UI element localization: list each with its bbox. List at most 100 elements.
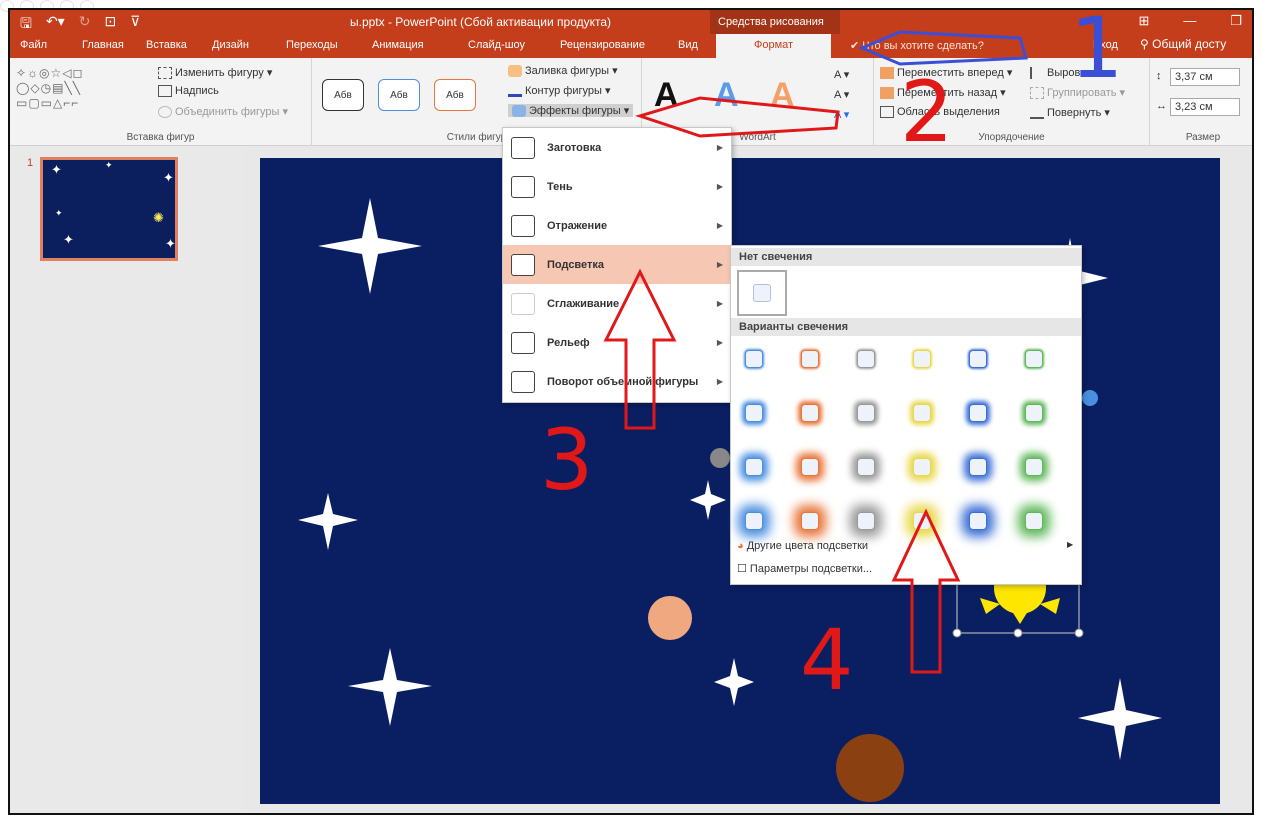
shape-style-sample-1[interactable]: Абв — [322, 79, 364, 111]
glow-variant-swatch[interactable] — [1025, 404, 1043, 422]
glow-variant-swatch[interactable] — [969, 458, 987, 476]
pen-icon — [508, 85, 522, 98]
bevel-icon — [511, 331, 535, 354]
send-backward-icon — [880, 87, 894, 100]
tab-design[interactable]: Дизайн — [212, 39, 249, 51]
group-label-size: Размер — [1185, 132, 1221, 143]
shape-width-field[interactable]: 3,23 см — [1170, 98, 1240, 116]
shape-style-sample-2[interactable]: Абв — [378, 79, 420, 111]
title-bar: 🖫 ↶▾ ↻ ⊡ ⊽ ы.pptx - PowerPoint (Сбой акт… — [10, 10, 1252, 34]
menu-item-3d-rotation[interactable]: Поворот объемной фигуры ▶ — [503, 362, 731, 401]
glow-options-item[interactable]: ☐ Параметры подсветки... — [737, 562, 872, 575]
tab-review[interactable]: Рецензирование — [560, 39, 645, 51]
tell-me-search[interactable]: ✔ Что вы хотите сделать? — [850, 39, 984, 52]
glow-variant-swatch[interactable] — [969, 404, 987, 422]
wordart-style-black[interactable]: A — [654, 76, 679, 115]
shapes-gallery[interactable]: ✧☼◎☆◁◻ ◯◇◷▤╲╲ ▭▢▭△⌐⌐ — [16, 66, 83, 111]
text-fill-icon[interactable]: A ▾ — [834, 68, 849, 81]
tab-slideshow[interactable]: Слайд-шоу — [468, 39, 525, 51]
chevron-right-icon: ▶ — [1067, 540, 1074, 549]
glow-variant-swatch[interactable] — [913, 404, 931, 422]
textbox-button[interactable]: Надпись — [158, 85, 219, 98]
text-effects-icon[interactable]: A ▾ — [834, 108, 849, 121]
glow-variant-swatch[interactable] — [857, 512, 875, 530]
tab-animations[interactable]: Анимация — [372, 39, 424, 51]
glow-icon — [511, 253, 535, 276]
group-insert-shapes: ✧☼◎☆◁◻ ◯◇◷▤╲╲ ▭▢▭△⌐⌐ Изменить фигуру ▾ Над… — [10, 58, 312, 146]
glow-variant-swatch[interactable] — [969, 350, 987, 368]
group-size: ↕ 3,37 см ↔ 3,23 см Размер — [1150, 58, 1252, 146]
wordart-style-orange[interactable]: A — [770, 76, 795, 115]
menu-item-shadow[interactable]: Тень ▶ — [503, 167, 731, 206]
glow-variant-swatch[interactable] — [801, 404, 819, 422]
glow-variant-swatch[interactable] — [1025, 512, 1043, 530]
share-button[interactable]: ⚲ Общий досту — [1140, 37, 1226, 51]
shape-effects-icon — [512, 105, 526, 118]
rotate-button[interactable]: Повернуть ▾ — [1030, 106, 1110, 120]
chevron-right-icon: ▶ — [716, 143, 723, 152]
glow-variant-swatch[interactable] — [745, 404, 763, 422]
shadow-icon — [511, 175, 535, 198]
glow-variant-swatch[interactable] — [801, 458, 819, 476]
restore-icon[interactable]: ❐ — [1230, 13, 1242, 29]
rotate-icon — [1030, 107, 1044, 120]
tab-transitions[interactable]: Переходы — [286, 39, 338, 51]
glow-variant-swatch[interactable] — [857, 350, 875, 368]
shape-outline-button[interactable]: Контур фигуры ▾ — [508, 84, 611, 98]
edit-shape-button[interactable]: Изменить фигуру ▾ — [158, 66, 272, 80]
edit-shape-icon — [158, 67, 172, 80]
glow-variant-swatch[interactable] — [913, 512, 931, 530]
tab-format[interactable]: Формат — [716, 34, 832, 58]
height-icon: ↕ — [1156, 70, 1162, 82]
menu-item-reflection[interactable]: Отражение ▶ — [503, 206, 731, 245]
glow-variant-swatch[interactable] — [857, 404, 875, 422]
ribbon-display-options-icon[interactable]: ⊞ — [1138, 13, 1149, 29]
planet-gray[interactable] — [710, 448, 730, 468]
color-palette-icon: ◕ — [737, 540, 747, 552]
ribbon-tabs: Файл Главная Вставка Дизайн Переходы Ани… — [10, 34, 1252, 58]
annotation-number-1: 1 — [1070, 0, 1124, 97]
options-icon: ☐ — [737, 563, 750, 575]
glow-variant-swatch[interactable] — [857, 458, 875, 476]
merge-shapes-button[interactable]: Объединить фигуры ▾ — [158, 105, 288, 119]
planet-peach[interactable] — [648, 596, 692, 640]
screenshot-frame: 🖫 ↶▾ ↻ ⊡ ⊽ ы.pptx - PowerPoint (Сбой акт… — [0, 0, 1262, 815]
shape-height-field[interactable]: 3,37 см — [1170, 68, 1240, 86]
text-outline-icon[interactable]: A ▾ — [834, 88, 849, 101]
planet-brown[interactable] — [836, 734, 904, 802]
menu-item-glow[interactable]: Подсветка ▶ — [503, 245, 731, 284]
glow-variant-swatch[interactable] — [913, 350, 931, 368]
tab-home[interactable]: Главная — [82, 39, 124, 51]
glow-variant-swatch[interactable] — [745, 350, 763, 368]
wordart-style-blue[interactable]: A — [714, 76, 739, 115]
menu-item-bevel[interactable]: Рельеф ▶ — [503, 323, 731, 362]
tab-view[interactable]: Вид — [678, 39, 698, 51]
slide-thumbnail[interactable]: ✦ ✦ ✦ ✦ ✺ ✦ ✦ — [40, 157, 178, 261]
shape-effects-button[interactable]: Эффекты фигуры ▾ — [508, 104, 634, 118]
chevron-right-icon: ▶ — [716, 221, 723, 230]
glow-variant-swatch[interactable] — [969, 512, 987, 530]
glow-variant-swatch[interactable] — [801, 512, 819, 530]
minimize-icon[interactable]: — — [1183, 13, 1196, 29]
window-controls: ⊞ — ❐ — [1138, 13, 1242, 29]
annotation-number-4: 4 — [800, 611, 854, 709]
tab-file[interactable]: Файл — [20, 39, 47, 51]
glow-variant-swatch[interactable] — [1025, 350, 1043, 368]
glow-variant-swatch[interactable] — [745, 458, 763, 476]
powerpoint-window: 🖫 ↶▾ ↻ ⊡ ⊽ ы.pptx - PowerPoint (Сбой акт… — [8, 8, 1254, 815]
slide-thumbnail-pane: 1 ✦ ✦ ✦ ✦ ✺ ✦ ✦ — [10, 147, 242, 813]
glow-variant-swatch[interactable] — [801, 350, 819, 368]
menu-item-soft-edges[interactable]: Сглаживание ▶ — [503, 284, 731, 323]
planet-blue[interactable] — [1082, 390, 1098, 406]
group-label-insert-shapes: Вставка фигур — [126, 132, 195, 143]
glow-variant-swatch[interactable] — [913, 458, 931, 476]
shape-style-sample-3[interactable]: Абв — [434, 79, 476, 111]
tab-insert[interactable]: Вставка — [146, 39, 187, 51]
glow-variant-swatch[interactable] — [1025, 458, 1043, 476]
soft-edges-icon — [511, 292, 535, 315]
glow-variant-swatch[interactable] — [745, 512, 763, 530]
menu-item-preset[interactable]: Заготовка ▶ — [503, 128, 731, 167]
shape-fill-button[interactable]: Заливка фигуры ▾ — [508, 64, 618, 78]
no-glow-option[interactable] — [737, 270, 787, 316]
more-glow-colors-item[interactable]: ◕ Другие цвета подсветки ▶ — [737, 540, 1073, 552]
